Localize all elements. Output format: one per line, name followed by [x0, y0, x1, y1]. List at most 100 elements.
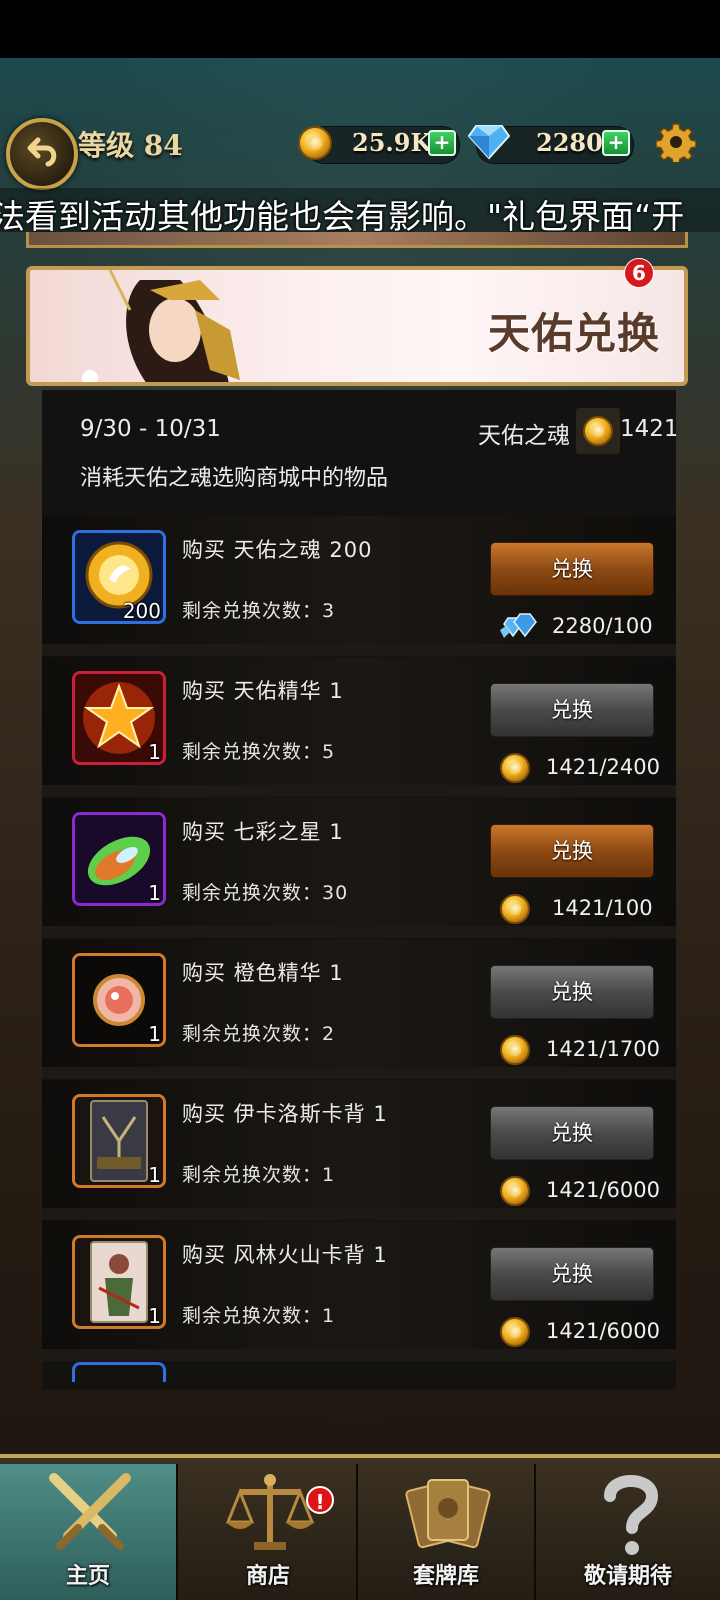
exchange-item-row: 1 购买 天佑精华 1 剩余兑换次数：5 兑换 1421/2400	[42, 657, 676, 787]
coin-icon	[500, 1035, 530, 1065]
gold-coin-icon	[298, 126, 332, 160]
row-separator	[42, 644, 676, 656]
player-level: 等级 84	[78, 129, 183, 162]
add-gold-button[interactable]: +	[428, 130, 456, 156]
nav-deck[interactable]: 套牌库	[358, 1464, 536, 1600]
soul-coin-icon	[583, 416, 613, 446]
cards-icon	[405, 1479, 491, 1549]
item-title: 购买 橙色精华 1	[182, 961, 344, 985]
row-separator	[42, 785, 676, 797]
currency-icon-box	[576, 408, 620, 454]
item-remaining-count: 剩余兑换次数：5	[182, 741, 336, 763]
nav-shop-label: 商店	[245, 1564, 290, 1589]
item-quantity: 1	[148, 1022, 161, 1046]
item-icon-frame[interactable]: 1	[72, 953, 166, 1047]
gear-icon[interactable]	[656, 122, 696, 162]
exchange-button[interactable]: 兑换	[490, 542, 654, 596]
exchange-item-row: 1 购买 伊卡洛斯卡背 1 剩余兑换次数：1 兑换 1421/6000	[42, 1080, 676, 1210]
shop-alert-badge: !	[306, 1486, 334, 1514]
item-remaining-count: 剩余兑换次数：2	[182, 1023, 336, 1045]
next-item-icon-frame[interactable]	[72, 1362, 166, 1382]
event-period: 9/30 - 10/31	[80, 416, 221, 442]
exchange-item-row: 1 购买 风林火山卡背 1 剩余兑换次数：1 兑换 1421/6000	[42, 1221, 676, 1351]
item-icon-frame[interactable]: 200	[72, 530, 166, 624]
item-title: 购买 风林火山卡背 1	[182, 1243, 388, 1267]
soul-coin-icon	[500, 753, 530, 783]
back-button[interactable]	[6, 118, 78, 190]
soul-coin-icon	[500, 1317, 530, 1347]
exchange-button[interactable]: 兑换	[490, 1106, 654, 1160]
item-cost: 1421/6000	[546, 1319, 660, 1343]
nav-coming-soon[interactable]: 敬请期待	[536, 1464, 720, 1600]
exchange-button[interactable]: 兑换	[490, 1247, 654, 1301]
row-separator	[42, 1067, 676, 1079]
coin-icon	[500, 1176, 530, 1206]
item-icon-frame[interactable]: 1	[72, 1094, 166, 1188]
coin-icon	[500, 1317, 530, 1347]
item-cost: 2280/100	[552, 614, 653, 638]
item-quantity: 200	[122, 599, 161, 623]
item-cost: 1421/100	[552, 896, 653, 920]
gold-value: 25.9K	[352, 128, 432, 157]
exchange-button[interactable]: 兑换	[490, 683, 654, 737]
event-banner[interactable]: 天佑兑换	[26, 266, 688, 386]
item-title: 购买 伊卡洛斯卡背 1	[182, 1102, 388, 1126]
banner-notification-badge: 6	[624, 258, 654, 288]
currency-label: 天佑之魂	[478, 423, 570, 449]
status-bar	[0, 0, 720, 58]
add-gem-button[interactable]: +	[602, 130, 630, 156]
soul-coin-icon	[500, 894, 530, 924]
row-separator	[42, 1208, 676, 1220]
question-mark-icon	[604, 1475, 659, 1555]
row-separator	[42, 926, 676, 938]
back-arrow-icon	[27, 137, 57, 167]
item-cost: 1421/6000	[546, 1178, 660, 1202]
nav-shop[interactable]: 商店	[180, 1464, 358, 1600]
item-title: 购买 天佑之魂 200	[182, 538, 373, 562]
currency-amount: 1421	[620, 416, 676, 442]
item-title: 购买 天佑精华 1	[182, 679, 344, 703]
bottom-navigation: 主页 商店 套牌库 敬请期待	[0, 1454, 720, 1600]
item-remaining-count: 剩余兑换次数：30	[182, 882, 349, 904]
coin-icon	[500, 753, 530, 783]
exchange-item-row: 1 购买 七彩之星 1 剩余兑换次数：30 兑换 1421/100	[42, 798, 676, 928]
item-quantity: 1	[148, 1163, 161, 1187]
nav-home-label: 主页	[65, 1564, 110, 1589]
scales-icon	[225, 1474, 315, 1550]
exchange-panel: 9/30 - 10/31 天佑之魂 1421 消耗天佑之魂选购商城中的物品 20…	[42, 390, 676, 1390]
exchange-item-row: 200 购买 天佑之魂 200 剩余兑换次数：3 兑换 2280/100	[42, 516, 676, 646]
gem-cluster-icon	[500, 613, 537, 638]
previous-banner-strip[interactable]	[26, 232, 688, 248]
item-remaining-count: 剩余兑换次数：1	[182, 1305, 336, 1327]
marquee-text: 法看到活动其他功能也会有影响。"礼包界面“开	[0, 197, 685, 232]
row-separator	[42, 1349, 676, 1361]
item-quantity: 1	[148, 740, 161, 764]
banner-character-art	[82, 270, 240, 382]
exchange-item-row: 1 购买 橙色精华 1 剩余兑换次数：2 兑换 1421/1700	[42, 939, 676, 1069]
item-cost: 1421/1700	[546, 1037, 660, 1061]
nav-home[interactable]: 主页	[0, 1464, 178, 1600]
gem-value: 2280	[536, 128, 603, 157]
item-remaining-count: 剩余兑换次数：1	[182, 1164, 336, 1186]
nav-coming-label: 敬请期待	[583, 1564, 672, 1589]
item-icon-frame[interactable]: 1	[72, 812, 166, 906]
soul-coin-icon	[500, 1035, 530, 1065]
diamond-icon	[468, 125, 510, 160]
gem-icon	[498, 612, 540, 646]
item-cost: 1421/2400	[546, 755, 660, 779]
item-title: 购买 七彩之星 1	[182, 820, 344, 844]
soul-coin-icon	[500, 1176, 530, 1206]
announcement-marquee: 法看到活动其他功能也会有影响。"礼包界面“开	[0, 188, 720, 232]
exchange-button[interactable]: 兑换	[490, 965, 654, 1019]
crossed-swords-icon	[49, 1473, 131, 1550]
banner-title: 天佑兑换	[487, 309, 660, 358]
item-icon-frame[interactable]: 1	[72, 1235, 166, 1329]
event-description: 消耗天佑之魂选购商城中的物品	[80, 466, 389, 491]
coin-icon	[500, 894, 530, 924]
nav-deck-label: 套牌库	[412, 1564, 479, 1589]
exchange-button[interactable]: 兑换	[490, 824, 654, 878]
item-quantity: 1	[148, 1304, 161, 1328]
item-icon-frame[interactable]: 1	[72, 671, 166, 765]
item-remaining-count: 剩余兑换次数：3	[182, 600, 336, 622]
item-quantity: 1	[148, 881, 161, 905]
